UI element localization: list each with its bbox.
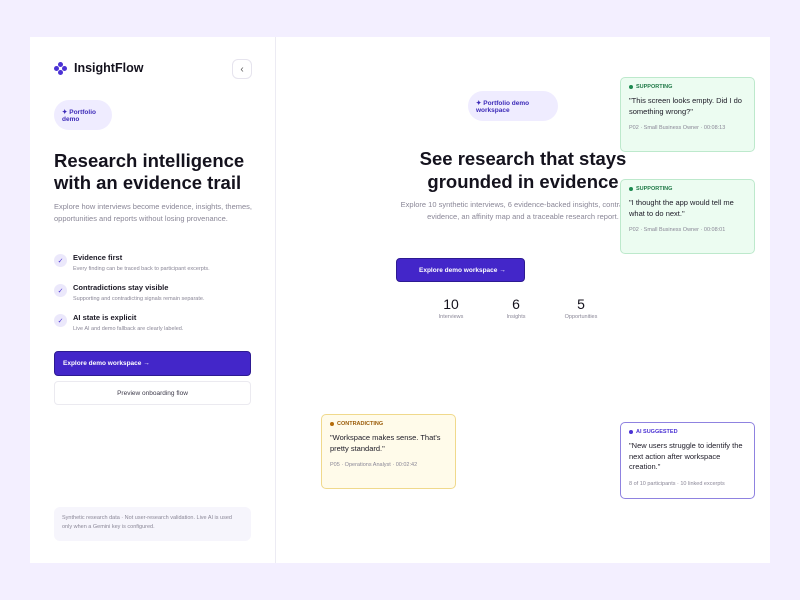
stat-value: 6 (512, 296, 520, 312)
check-icon: ✓ (54, 284, 67, 297)
card-tag: CONTRADICTING (330, 421, 447, 427)
stat-insights: 6 Insights (491, 295, 541, 322)
synthetic-data-note: Synthetic research data · Not user-resea… (54, 507, 251, 541)
feature-description: Supporting and contradicting signals rem… (73, 296, 205, 302)
tag-label: SUPPORTING (636, 186, 673, 192)
app-frame: InsightFlow ‹ ✦ Portfolio demo Research … (30, 37, 770, 563)
check-icon: ✓ (54, 314, 67, 327)
portfolio-demo-workspace-badge: ✦ Portfolio demo workspace (468, 91, 558, 121)
dot-icon (330, 422, 334, 426)
stats-row: 10 Interviews 6 Insights 5 Opportunities (426, 295, 606, 322)
stat-label: Interviews (438, 314, 464, 320)
sidebar: InsightFlow ‹ ✦ Portfolio demo Research … (30, 37, 276, 563)
ai-suggested-card[interactable]: AI SUGGESTED "New users struggle to iden… (620, 422, 755, 499)
stat-value: 10 (443, 296, 459, 312)
feature-title: Evidence first (73, 253, 123, 262)
page-description: Explore 10 synthetic interviews, 6 evide… (400, 200, 646, 221)
card-quote: "This screen looks empty. Did I do somet… (629, 96, 742, 116)
tag-label: CONTRADICTING (337, 421, 384, 427)
dot-icon (629, 187, 633, 191)
stat-label: Opportunities (564, 314, 598, 320)
feature-list: ✓ Evidence first Every finding can be tr… (54, 253, 259, 343)
brand-name: InsightFlow (74, 61, 144, 75)
supporting-evidence-card[interactable]: SUPPORTING "This screen looks empty. Did… (620, 77, 755, 152)
tag-label: AI SUGGESTED (636, 429, 678, 435)
dot-icon (629, 85, 633, 89)
stat-opportunities: 5 Opportunities (556, 295, 606, 322)
card-quote: "I thought the app would tell me what to… (629, 198, 734, 218)
supporting-evidence-card[interactable]: SUPPORTING "I thought the app would tell… (620, 179, 755, 254)
card-meta: 8 of 10 participants · 10 linked excerpt… (629, 480, 725, 487)
card-meta: P02 · Small Business Owner · 00:08:13 (629, 125, 726, 131)
card-quote: "Workspace makes sense. That's pretty st… (330, 433, 441, 453)
tag-label: SUPPORTING (636, 84, 673, 90)
feature-description: Every finding can be traced back to part… (73, 266, 210, 272)
feature-item: ✓ Evidence first Every finding can be tr… (54, 253, 259, 274)
stat-value: 5 (577, 296, 585, 312)
logo-icon (54, 61, 67, 75)
feature-item: ✓ AI state is explicit Live AI and demo … (54, 313, 259, 334)
feature-title: AI state is explicit (73, 313, 137, 322)
explore-demo-workspace-cta[interactable]: Explore demo workspace → (396, 258, 525, 282)
page-title: See research that stays grounded in evid… (419, 148, 627, 192)
chevron-left-icon: ‹ (240, 63, 244, 75)
main-content: ✦ Portfolio demo workspace See research … (276, 37, 770, 563)
check-icon: ✓ (54, 254, 67, 267)
card-meta: P02 · Small Business Owner · 00:08:01 (629, 227, 726, 233)
explore-demo-workspace-button[interactable]: Explore demo workspace → (54, 351, 251, 376)
feature-title: Contradictions stay visible (73, 283, 169, 292)
card-tag: SUPPORTING (629, 84, 746, 90)
card-quote: "New users struggle to identify the next… (629, 441, 743, 471)
contradicting-evidence-card[interactable]: CONTRADICTING "Workspace makes sense. Th… (321, 414, 456, 489)
brand[interactable]: InsightFlow (54, 61, 143, 75)
sidebar-headline: Research intelligence with an evidence t… (54, 150, 245, 193)
feature-item: ✓ Contradictions stay visible Supporting… (54, 283, 259, 304)
sidebar-intro: Explore how interviews become evidence, … (54, 202, 253, 223)
stat-interviews: 10 Interviews (426, 295, 476, 322)
feature-description: Live AI and demo fallback are clearly la… (73, 326, 184, 332)
portfolio-demo-badge: ✦ Portfolio demo (54, 100, 112, 130)
collapse-sidebar-button[interactable]: ‹ (232, 59, 252, 79)
dot-icon (629, 430, 633, 434)
preview-onboarding-button[interactable]: Preview onboarding flow (54, 381, 251, 405)
card-tag: AI SUGGESTED (629, 429, 746, 435)
card-tag: SUPPORTING (629, 186, 746, 192)
card-meta: P05 · Operations Analyst · 00:02:42 (330, 462, 418, 468)
stat-label: Insights (506, 314, 526, 320)
